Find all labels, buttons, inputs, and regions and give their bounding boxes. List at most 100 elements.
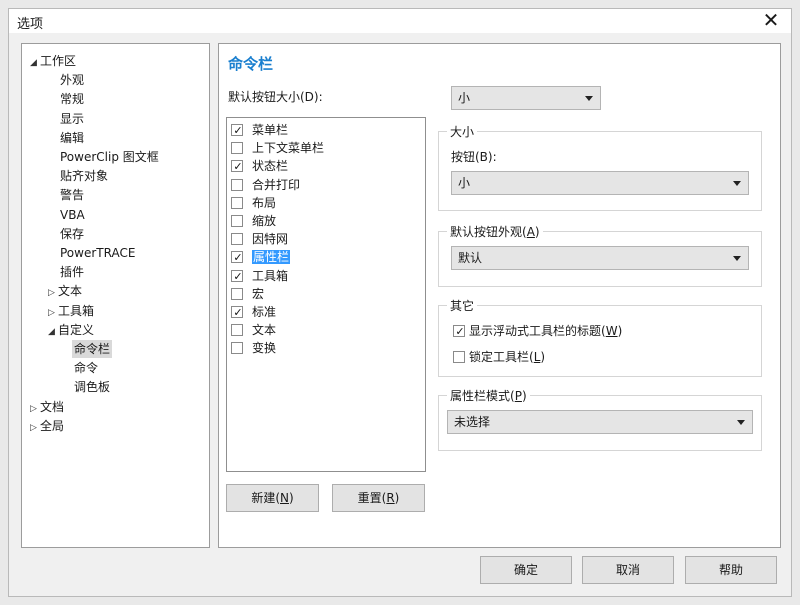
help-button[interactable]: 帮助 xyxy=(685,556,777,584)
collapse-arrow-icon[interactable]: ◢ xyxy=(48,323,58,341)
tree-item-label: 显示 xyxy=(60,111,85,126)
checkbox-checked-icon[interactable] xyxy=(231,251,244,264)
commandbar-item-label: 宏 xyxy=(252,286,265,301)
chevron-down-icon xyxy=(733,181,741,186)
default-appearance-dropdown[interactable]: 默认 xyxy=(451,246,749,270)
checkbox-unchecked-icon[interactable] xyxy=(231,215,243,227)
tree-item-label: 文档 xyxy=(40,399,65,414)
checkbox-unchecked-icon[interactable] xyxy=(231,324,243,337)
other-group: 其它 显示浮动式工具栏的标题(W) 锁定工具栏(L) xyxy=(438,297,762,377)
ok-button[interactable]: 确定 xyxy=(480,556,572,584)
size-group-title: 大小 xyxy=(447,123,478,140)
commandbar-item-label: 菜单栏 xyxy=(252,123,289,137)
tree-item-label: PowerTRACE xyxy=(60,246,136,260)
commandbar-item[interactable]: 缩放 xyxy=(231,212,276,230)
collapse-arrow-icon[interactable]: ◢ xyxy=(30,54,40,72)
tree-item-label: 工作区 xyxy=(40,54,77,68)
checkbox-checked-icon[interactable] xyxy=(231,306,244,318)
new-button[interactable]: 新建(N) xyxy=(226,484,319,512)
commandbar-item[interactable]: 因特网 xyxy=(231,230,288,248)
property-bar-mode-group: 属性栏模式(P) 未选择 xyxy=(438,387,762,451)
commandbar-item-label: 状态栏 xyxy=(252,159,289,174)
lock-toolbar-checkbox[interactable]: 锁定工具栏(L) xyxy=(453,348,545,365)
checkbox-checked-icon[interactable] xyxy=(231,124,244,136)
commandbar-item[interactable]: 标准 xyxy=(231,303,276,321)
commandbar-item[interactable]: 状态栏 xyxy=(231,157,288,175)
tree-item-label: 贴齐对象 xyxy=(60,169,109,184)
tree-item-label: 自定义 xyxy=(58,322,95,337)
tree-item[interactable]: ◢ 自定义 xyxy=(46,321,96,339)
tree-item[interactable]: ◢ 工作区 xyxy=(28,52,78,70)
checkbox-checked-icon[interactable] xyxy=(231,160,244,173)
button-size-label: 按钮(B): xyxy=(451,150,497,164)
tree-item[interactable]: 命令栏 xyxy=(72,340,113,358)
commandbar-item-label: 上下文菜单栏 xyxy=(252,141,325,156)
tree-item-label: 命令栏 xyxy=(74,342,111,356)
tree-item[interactable]: 保存 xyxy=(58,225,86,243)
tree-item[interactable]: 贴齐对象 xyxy=(58,167,110,185)
expand-arrow-icon[interactable]: ▷ xyxy=(48,304,58,322)
checkbox-unchecked-icon xyxy=(453,351,465,363)
property-bar-mode-dropdown[interactable]: 未选择 xyxy=(447,410,753,434)
expand-arrow-icon[interactable]: ▷ xyxy=(30,400,40,418)
tree-item-label: PowerClip 图文框 xyxy=(60,150,159,164)
size-group: 大小 按钮(B): 小 xyxy=(438,123,762,211)
commandbar-item[interactable]: 属性栏 xyxy=(231,248,291,266)
commandbar-item[interactable]: 工具箱 xyxy=(231,267,288,285)
tree-item[interactable]: ▷ 工具箱 xyxy=(46,302,96,320)
tree-item-label: VBA xyxy=(60,207,85,222)
expand-arrow-icon[interactable]: ▷ xyxy=(48,284,58,302)
tree-item[interactable]: PowerTRACE xyxy=(58,244,137,262)
tree-item[interactable]: 警告 xyxy=(58,186,86,204)
commandbar-item-label: 文本 xyxy=(252,323,277,338)
commandbar-item[interactable]: 合并打印 xyxy=(231,176,300,194)
close-button[interactable]: ✕ xyxy=(759,9,783,33)
commandbar-item-label: 工具箱 xyxy=(252,268,289,283)
button-size-dropdown[interactable]: 小 xyxy=(451,171,749,195)
tree-item[interactable]: ▷ 文本 xyxy=(46,282,84,300)
commandbar-list[interactable]: 菜单栏上下文菜单栏状态栏合并打印布局缩放因特网属性栏工具箱宏标准文本变换 xyxy=(226,117,426,472)
tree-item-label: 文本 xyxy=(58,284,83,299)
show-floating-toolbar-title-checkbox[interactable]: 显示浮动式工具栏的标题(W) xyxy=(453,322,622,339)
section-title: 命令栏 xyxy=(228,55,274,73)
options-tree: ◢ 工作区 外观 常规 显示 编辑 PowerClip 图文框 贴齐对象 警告 VBA 保存 Powe… xyxy=(21,43,210,548)
tree-item[interactable]: VBA xyxy=(58,206,87,224)
property-bar-mode-value: 未选择 xyxy=(454,415,491,429)
tree-item[interactable]: 显示 xyxy=(58,110,86,128)
tree-item-label: 插件 xyxy=(60,265,85,280)
checkbox-unchecked-icon[interactable] xyxy=(231,178,243,191)
dialog-title: 选项 xyxy=(17,17,44,32)
checkbox-checked-icon xyxy=(453,325,466,337)
checkbox-unchecked-icon[interactable] xyxy=(231,142,243,155)
default-appearance-group-title: 默认按钮外观(A) xyxy=(447,223,543,240)
commandbar-item[interactable]: 文本 xyxy=(231,321,276,339)
tree-item[interactable]: 命令 xyxy=(72,359,100,377)
checkbox-unchecked-icon[interactable] xyxy=(231,287,243,300)
expand-arrow-icon[interactable]: ▷ xyxy=(30,419,40,437)
tree-item[interactable]: ▷ 全局 xyxy=(28,417,66,435)
tree-item[interactable]: PowerClip 图文框 xyxy=(58,148,161,166)
commandbar-item[interactable]: 变换 xyxy=(231,339,276,357)
default-button-size-value: 小 xyxy=(458,91,471,105)
default-button-size-dropdown[interactable]: 小 xyxy=(451,86,601,110)
tree-item[interactable]: 调色板 xyxy=(72,378,112,396)
tree-item[interactable]: 常规 xyxy=(58,90,86,108)
tree-item[interactable]: 外观 xyxy=(58,71,86,89)
cancel-button[interactable]: 取消 xyxy=(582,556,674,584)
tree-item[interactable]: ▷ 文档 xyxy=(28,398,66,416)
checkbox-checked-icon[interactable] xyxy=(231,269,244,282)
checkbox-unchecked-icon[interactable] xyxy=(231,196,243,209)
tree-item[interactable]: 编辑 xyxy=(58,129,86,147)
tree-item[interactable]: 插件 xyxy=(58,263,86,281)
tree-item-label: 外观 xyxy=(60,73,85,88)
checkbox-unchecked-icon[interactable] xyxy=(231,233,243,246)
reset-button[interactable]: 重置(R) xyxy=(332,484,425,512)
commandbar-item[interactable]: 菜单栏 xyxy=(231,121,288,139)
button-size-value: 小 xyxy=(458,176,471,190)
commandbar-item[interactable]: 宏 xyxy=(231,285,264,303)
checkbox-unchecked-icon[interactable] xyxy=(231,342,243,355)
close-icon: ✕ xyxy=(762,8,780,32)
commandbar-item[interactable]: 上下文菜单栏 xyxy=(231,139,324,157)
commandbar-item-label: 变换 xyxy=(252,341,277,356)
commandbar-item[interactable]: 布局 xyxy=(231,194,276,212)
